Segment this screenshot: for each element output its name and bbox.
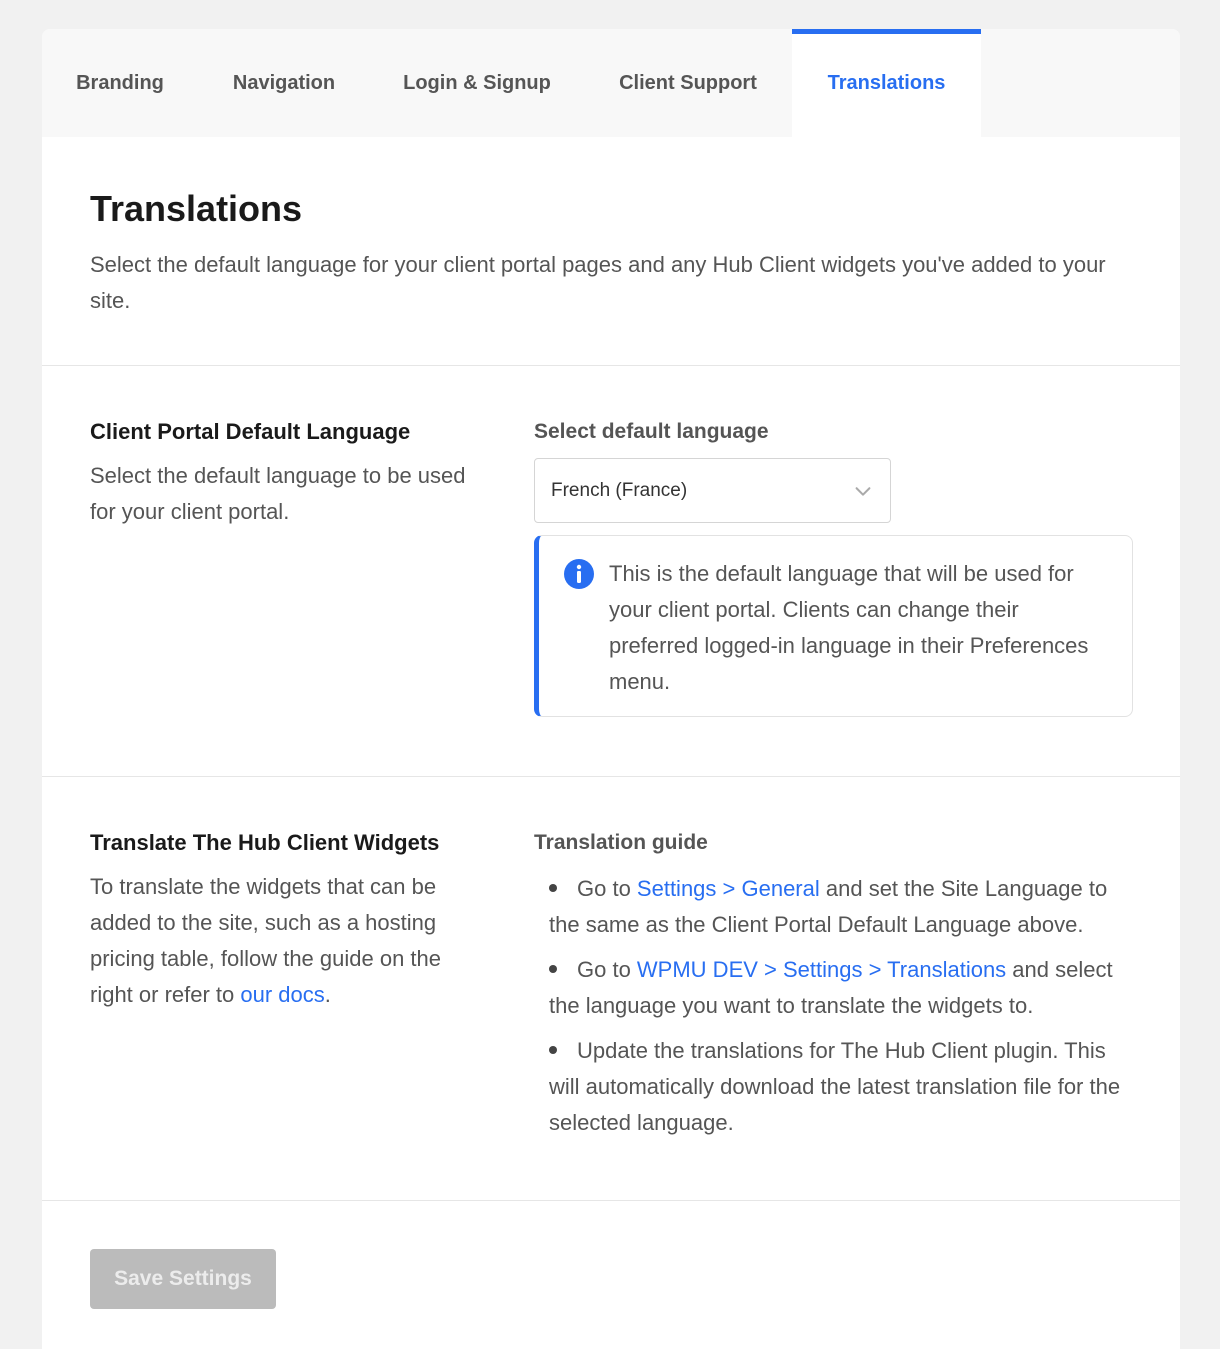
guide-title: Translation guide — [534, 831, 708, 854]
bullet — [549, 1046, 557, 1055]
tab-login-signup[interactable]: Login & Signup — [370, 29, 584, 137]
info-icon — [564, 559, 594, 589]
docs-link[interactable]: our docs — [240, 982, 324, 1007]
notice-text: This is the default language that will b… — [609, 561, 1089, 694]
section-description: Select the default language to be used f… — [90, 463, 466, 524]
save-settings-button[interactable]: Save Settings — [90, 1249, 276, 1309]
bullet — [549, 965, 557, 974]
widgets-section: Translate The Hub Client Widgets To tran… — [42, 777, 1180, 1201]
language-select[interactable]: French (France) — [534, 458, 891, 523]
settings-general-link[interactable]: Settings > General — [637, 876, 820, 901]
field-label: Select default language — [534, 420, 769, 443]
list-item: Go to Settings > General and set the Sit… — [549, 876, 1108, 937]
page-description: Select the default language for your cli… — [90, 252, 1106, 313]
page-header: Translations Select the default language… — [42, 137, 1180, 366]
settings-card: Branding Navigation Login & Signup Clien… — [42, 29, 1180, 1349]
list-item: Update the translations for The Hub Clie… — [549, 1038, 1121, 1135]
section-title: Client Portal Default Language — [90, 419, 411, 444]
page-title: Translations — [90, 188, 303, 229]
default-language-section: Client Portal Default Language Select th… — [42, 366, 1180, 777]
guide-list: Go to Settings > General and set the Sit… — [534, 871, 1132, 1141]
wpmudev-translations-link[interactable]: WPMU DEV > Settings > Translations — [637, 957, 1006, 982]
tab-bar: Branding Navigation Login & Signup Clien… — [42, 29, 1180, 137]
tab-translations[interactable]: Translations — [792, 29, 981, 137]
bullet — [549, 884, 557, 893]
footer: Save Settings — [42, 1201, 1180, 1349]
tab-client-support[interactable]: Client Support — [584, 29, 792, 137]
tab-navigation[interactable]: Navigation — [198, 29, 370, 137]
section-description: To translate the widgets that can be add… — [90, 874, 442, 1007]
tab-branding[interactable]: Branding — [42, 29, 198, 137]
list-item: Go to WPMU DEV > Settings > Translations… — [549, 957, 1113, 1018]
info-notice: This is the default language that will b… — [534, 535, 1133, 717]
language-select-value: French (France) — [551, 479, 688, 501]
section-title: Translate The Hub Client Widgets — [90, 830, 440, 855]
chevron-down-icon — [855, 486, 871, 496]
